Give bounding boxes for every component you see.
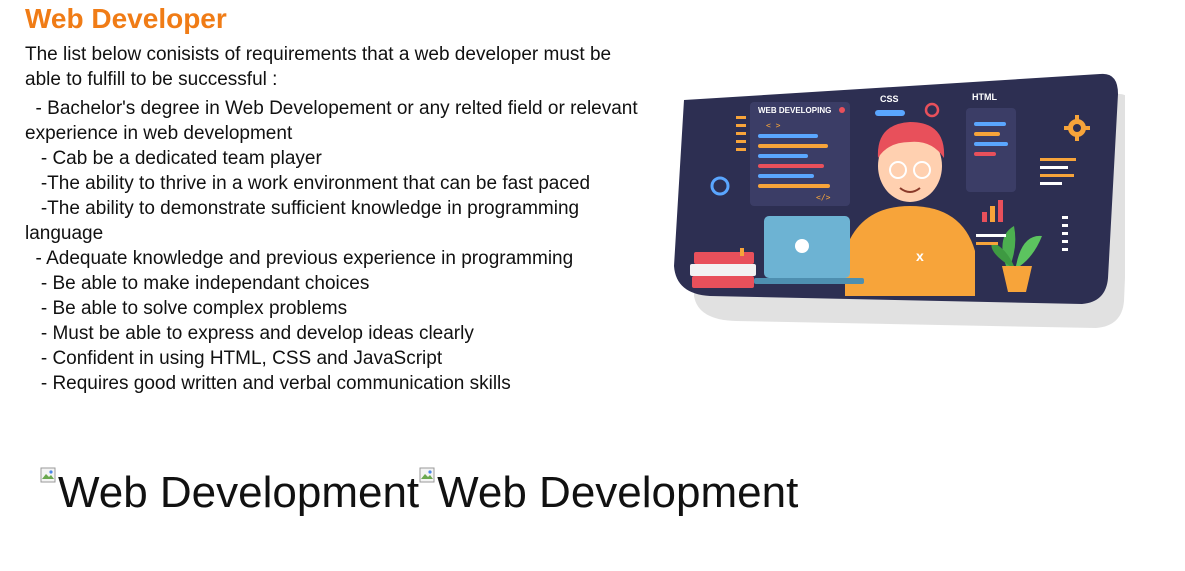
requirements-section: The list below conisists of requirements… [25, 42, 645, 396]
broken-image-icon [419, 467, 435, 483]
list-item: - Be able to solve complex problems [25, 298, 348, 319]
list-item: - Confident in using HTML, CSS and JavaS… [25, 348, 443, 369]
list-item: - Must be able to express and develop id… [25, 323, 474, 344]
broken-images-row: Web Development Web Development [40, 463, 798, 523]
broken-image-alt: Web Development [58, 468, 420, 517]
list-item: - Adequate knowledge and previous experi… [25, 248, 574, 269]
broken-image-web-development: Web Development [419, 463, 798, 523]
list-item: -The ability to thrive in a work environ… [25, 173, 591, 194]
html-label: HTML [972, 92, 997, 102]
books-icon [690, 248, 756, 288]
html-panel [966, 108, 1016, 192]
requirements-list: - Bachelor's degree in Web Developement … [25, 96, 645, 396]
list-item: - Bachelor's degree in Web Developement … [25, 98, 638, 144]
web-developer-illustration: WEB DEVELOPING < > </> CSS HTML x [674, 73, 1125, 328]
laptop-icon [754, 216, 864, 284]
panel-label: WEB DEVELOPING [758, 106, 831, 115]
list-item: - Requires good written and verbal commu… [25, 373, 511, 394]
code-tag-open: < > [766, 121, 781, 130]
broken-image-icon [40, 467, 56, 483]
broken-image-web-development: Web Development [40, 463, 419, 523]
list-item: -The ability to demonstrate sufficient k… [25, 198, 580, 244]
intro-text: The list below conisists of requirements… [25, 44, 612, 90]
code-tag-close: </> [816, 193, 831, 202]
list-item: - Cab be a dedicated team player [25, 148, 322, 169]
svg-text:x: x [916, 248, 924, 264]
page-title: Web Developer [25, 3, 227, 34]
list-item: - Be able to make independant choices [25, 273, 370, 294]
css-label: CSS [880, 94, 899, 104]
broken-image-alt: Web Development [437, 468, 799, 517]
